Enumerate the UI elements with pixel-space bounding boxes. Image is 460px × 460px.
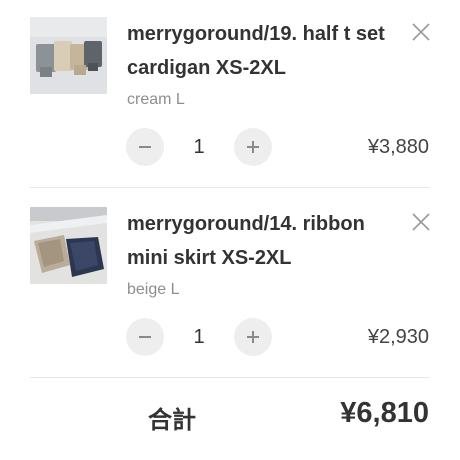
remove-item-button[interactable] <box>406 207 436 237</box>
quantity-value: 1 <box>193 326 205 348</box>
cart-item: merrygoround/14. ribbon mini skirt XS-2X… <box>0 190 460 380</box>
close-icon <box>412 23 430 41</box>
quantity-value: 1 <box>193 136 205 158</box>
total-value: ¥6,810 <box>340 397 429 429</box>
increase-quantity-button[interactable] <box>234 318 272 356</box>
product-thumbnail[interactable] <box>30 17 107 94</box>
increase-quantity-button[interactable] <box>234 128 272 166</box>
product-title-line: cardigan XS-2XL <box>127 57 286 79</box>
product-title-line: merrygoround/14. ribbon <box>127 213 365 235</box>
product-title[interactable]: merrygoround/19. half t set cardigan XS-… <box>127 17 392 85</box>
plus-icon <box>247 141 259 153</box>
minus-icon <box>139 146 151 148</box>
decrease-quantity-button[interactable] <box>126 318 164 356</box>
product-variant: cream L <box>127 91 185 108</box>
close-icon <box>412 213 430 231</box>
divider <box>30 377 430 378</box>
product-variant: beige L <box>127 281 180 298</box>
product-title-line: merrygoround/19. half t set <box>127 23 385 45</box>
total-label: 合計 <box>148 407 196 434</box>
minus-icon <box>139 336 151 338</box>
decrease-quantity-button[interactable] <box>126 128 164 166</box>
plus-icon <box>247 331 259 343</box>
product-title-line: mini skirt XS-2XL <box>127 247 292 269</box>
item-price: ¥2,930 <box>367 326 429 348</box>
product-thumbnail[interactable] <box>30 207 107 284</box>
divider <box>30 187 430 188</box>
item-price: ¥3,880 <box>367 136 429 158</box>
product-title[interactable]: merrygoround/14. ribbon mini skirt XS-2X… <box>127 207 392 275</box>
remove-item-button[interactable] <box>406 17 436 47</box>
cart-item: merrygoround/19. half t set cardigan XS-… <box>0 0 460 190</box>
